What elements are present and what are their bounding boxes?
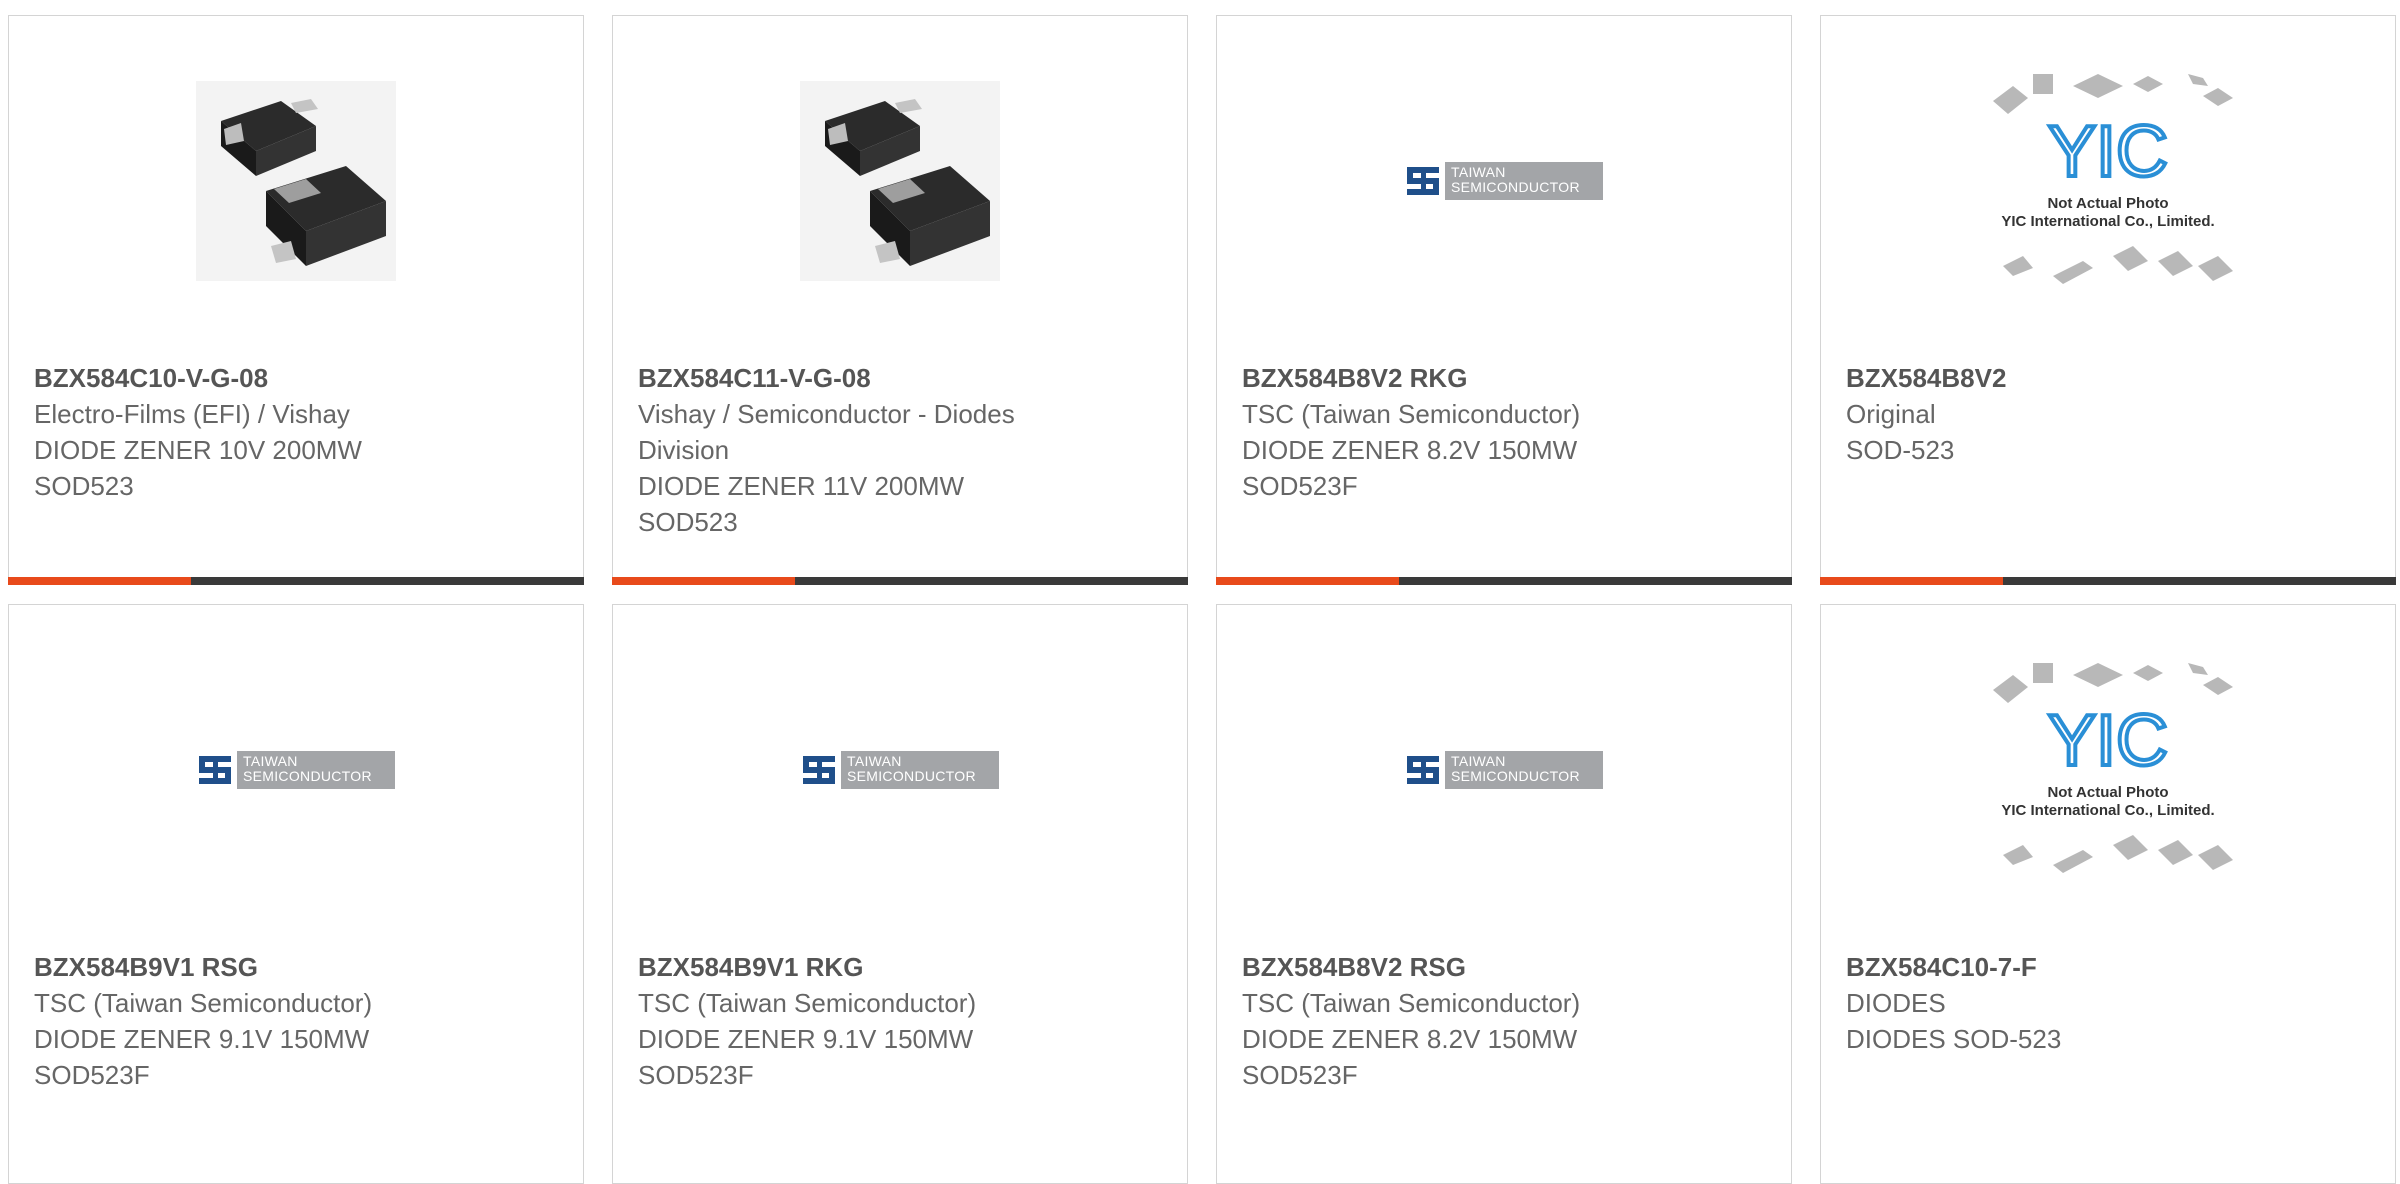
yic-caption-1: Not Actual Photo <box>2047 784 2168 801</box>
tsc-line2: SEMICONDUCTOR <box>1451 179 1580 195</box>
product-image[interactable]: YIC Not Actual Photo YIC International C… <box>1821 645 2395 895</box>
diode-package-photo <box>800 81 1000 281</box>
description: DIODE ZENER 9.1V 150MW <box>638 1024 974 1054</box>
taiwan-semiconductor-logo: TAIWAN SEMICONDUCTOR <box>197 749 395 791</box>
card-accent-bar <box>1820 577 2003 585</box>
yic-placeholder: YIC Not Actual Photo YIC International C… <box>1993 663 2233 873</box>
tsc-wordmark: TAIWAN SEMICONDUCTOR <box>237 751 395 789</box>
package: SOD-523 <box>1846 435 1955 465</box>
part-number[interactable]: BZX584B9V1 RKG <box>638 949 1167 985</box>
product-card[interactable]: TAIWAN SEMICONDUCTOR BZX584B9V1 RKG TSC … <box>612 604 1188 1184</box>
tsc-line1: TAIWAN <box>847 753 902 769</box>
product-card[interactable]: YIC Not Actual Photo YIC International C… <box>1820 15 2396 585</box>
card-bottom-bar <box>8 577 584 585</box>
part-number[interactable]: BZX584B8V2 RKG <box>1242 360 1771 396</box>
manufacturer: TSC (Taiwan Semiconductor) <box>638 988 977 1018</box>
description: DIODE ZENER 11V 200MW <box>638 471 965 501</box>
product-image[interactable]: TAIWAN SEMICONDUCTOR <box>1217 56 1791 306</box>
card-accent-bar <box>8 577 191 585</box>
tsc-mark-icon <box>803 756 835 784</box>
tsc-line1: TAIWAN <box>1451 753 1506 769</box>
tsc-mark-icon <box>1407 756 1439 784</box>
taiwan-semiconductor-logo: TAIWAN SEMICONDUCTOR <box>1405 160 1603 202</box>
yic-logo-text: YIC <box>2048 701 2168 781</box>
manufacturer: TSC (Taiwan Semiconductor) <box>34 988 373 1018</box>
yic-logo-text: YIC <box>2048 112 2168 192</box>
package: SOD523F <box>638 1060 754 1090</box>
product-card[interactable]: YIC Not Actual Photo YIC International C… <box>1820 604 2396 1184</box>
taiwan-semiconductor-logo: TAIWAN SEMICONDUCTOR <box>1405 749 1603 791</box>
product-image[interactable] <box>9 56 583 306</box>
yic-caption-2: YIC International Co., Limited. <box>2001 802 2214 819</box>
manufacturer: DIODES <box>1846 988 1946 1018</box>
package: SOD523F <box>1242 471 1358 501</box>
tsc-wordmark: TAIWAN SEMICONDUCTOR <box>1445 751 1603 789</box>
tsc-mark-icon <box>1407 167 1439 195</box>
package: SOD523 <box>638 507 738 537</box>
diode-package-photo <box>196 81 396 281</box>
description: DIODE ZENER 9.1V 150MW <box>34 1024 370 1054</box>
product-card[interactable]: TAIWAN SEMICONDUCTOR BZX584B8V2 RKG TSC … <box>1216 15 1792 585</box>
manufacturer: Vishay / Semiconductor - Diodes <box>638 399 1015 429</box>
tsc-mark-icon <box>199 756 231 784</box>
yic-caption-1: Not Actual Photo <box>2047 195 2168 212</box>
manufacturer-continued: Division <box>638 435 730 465</box>
product-card[interactable]: BZX584C11-V-G-08 Vishay / Semiconductor … <box>612 15 1188 585</box>
tsc-wordmark: TAIWAN SEMICONDUCTOR <box>1445 162 1603 200</box>
part-number[interactable]: BZX584C11-V-G-08 <box>638 360 1167 396</box>
manufacturer: TSC (Taiwan Semiconductor) <box>1242 988 1581 1018</box>
part-number[interactable]: BZX584B8V2 RSG <box>1242 949 1771 985</box>
product-image[interactable]: TAIWAN SEMICONDUCTOR <box>1217 645 1791 895</box>
manufacturer: TSC (Taiwan Semiconductor) <box>1242 399 1581 429</box>
tsc-line2: SEMICONDUCTOR <box>243 768 372 784</box>
product-image[interactable]: TAIWAN SEMICONDUCTOR <box>9 645 583 895</box>
product-image[interactable]: YIC Not Actual Photo YIC International C… <box>1821 56 2395 306</box>
tsc-line1: TAIWAN <box>1451 164 1506 180</box>
package: DIODES SOD-523 <box>1846 1024 2062 1054</box>
manufacturer: Electro-Films (EFI) / Vishay <box>34 399 350 429</box>
card-accent-bar <box>1216 577 1399 585</box>
package: SOD523 <box>34 471 134 501</box>
yic-placeholder: YIC Not Actual Photo YIC International C… <box>1993 74 2233 284</box>
package: SOD523F <box>34 1060 150 1090</box>
description: DIODE ZENER 10V 200MW <box>34 435 362 465</box>
tsc-line2: SEMICONDUCTOR <box>847 768 976 784</box>
tsc-wordmark: TAIWAN SEMICONDUCTOR <box>841 751 999 789</box>
part-number[interactable]: BZX584B8V2 <box>1846 360 2375 396</box>
card-bottom-bar <box>612 577 1188 585</box>
product-card[interactable]: TAIWAN SEMICONDUCTOR BZX584B9V1 RSG TSC … <box>8 604 584 1184</box>
product-image[interactable] <box>613 56 1187 306</box>
taiwan-semiconductor-logo: TAIWAN SEMICONDUCTOR <box>801 749 999 791</box>
card-bottom-bar <box>1216 577 1792 585</box>
description: DIODE ZENER 8.2V 150MW <box>1242 435 1578 465</box>
card-accent-bar <box>612 577 795 585</box>
product-card[interactable]: TAIWAN SEMICONDUCTOR BZX584B8V2 RSG TSC … <box>1216 604 1792 1184</box>
manufacturer: Original <box>1846 399 1936 429</box>
product-card[interactable]: BZX584C10-V-G-08 Electro-Films (EFI) / V… <box>8 15 584 585</box>
part-number[interactable]: BZX584C10-7-F <box>1846 949 2375 985</box>
package: SOD523F <box>1242 1060 1358 1090</box>
description: DIODE ZENER 8.2V 150MW <box>1242 1024 1578 1054</box>
tsc-line1: TAIWAN <box>243 753 298 769</box>
part-number[interactable]: BZX584C10-V-G-08 <box>34 360 563 396</box>
tsc-line2: SEMICONDUCTOR <box>1451 768 1580 784</box>
yic-caption-2: YIC International Co., Limited. <box>2001 213 2214 230</box>
part-number[interactable]: BZX584B9V1 RSG <box>34 949 563 985</box>
product-image[interactable]: TAIWAN SEMICONDUCTOR <box>613 645 1187 895</box>
card-bottom-bar <box>1820 577 2396 585</box>
